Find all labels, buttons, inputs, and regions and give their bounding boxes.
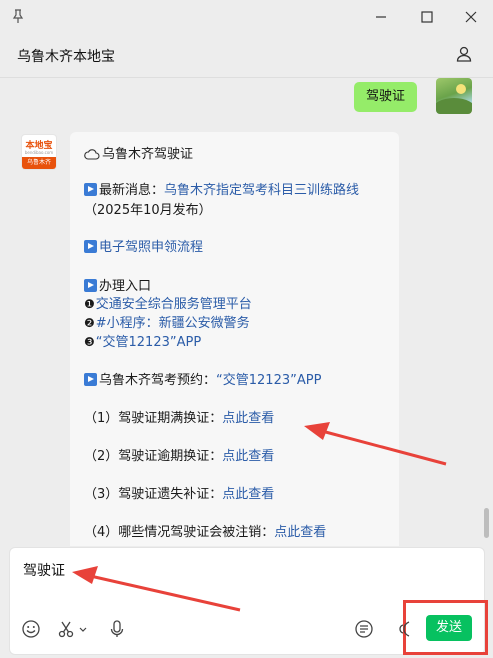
microphone-icon[interactable] xyxy=(107,619,127,639)
booking-link[interactable]: “交管12123”APP xyxy=(216,373,321,388)
entry-item: ❷#小程序：新疆公安微警务 xyxy=(84,312,250,331)
person-icon[interactable] xyxy=(455,45,473,63)
bullet-number: ❸ xyxy=(84,335,95,349)
avatar-hill xyxy=(436,98,472,114)
chevron-down-icon[interactable] xyxy=(77,619,89,639)
message-input-area[interactable]: 驾驶证 发送 xyxy=(9,547,488,655)
service-label: （4）哪些情况驾驶证会被注销： xyxy=(84,525,275,540)
service-link-lost[interactable]: 点此查看 xyxy=(222,487,274,502)
chat-title: 乌鲁木齐本地宝 xyxy=(17,49,115,65)
play-icon xyxy=(84,373,97,386)
ecert-row: 电子驾照申领流程 xyxy=(84,236,203,255)
minimize-icon[interactable] xyxy=(372,8,390,26)
play-icon xyxy=(84,279,97,292)
outgoing-message-bubble[interactable]: 驾驶证 xyxy=(354,82,418,112)
service-link-overdue[interactable]: 点此查看 xyxy=(222,449,274,464)
send-button[interactable]: 发送 xyxy=(426,615,472,641)
service-row: （2）驾驶证逾期换证：点此查看 xyxy=(84,445,274,464)
close-icon[interactable] xyxy=(462,8,480,26)
incoming-message-card[interactable]: 乌鲁木齐驾驶证 最新消息：乌鲁木齐指定驾考科目三训练路线 （2025年10月发布… xyxy=(70,132,399,546)
pin-icon[interactable] xyxy=(10,8,26,24)
window-titlebar xyxy=(0,0,493,34)
play-icon xyxy=(84,183,97,196)
card-title-row: 乌鲁木齐驾驶证 xyxy=(84,143,193,162)
ecert-link[interactable]: 电子驾照申领流程 xyxy=(99,240,203,255)
bullet-number: ❶ xyxy=(84,297,95,311)
news-label: 最新消息： xyxy=(99,183,165,198)
entry-link-platform[interactable]: 交通安全综合服务管理平台 xyxy=(96,297,252,312)
service-row: （3）驾驶证遗失补证：点此查看 xyxy=(84,483,274,502)
avatar-sun xyxy=(456,84,466,94)
emoji-icon[interactable] xyxy=(21,619,41,639)
chat-scrollbar[interactable] xyxy=(484,508,489,538)
service-row: （4）哪些情况驾驶证会被注销：点此查看 xyxy=(84,521,326,540)
entry-link-app[interactable]: “交管12123”APP xyxy=(96,335,201,350)
history-icon[interactable] xyxy=(354,619,374,639)
service-label: （2）驾驶证逾期换证： xyxy=(84,449,223,464)
voice-icon[interactable] xyxy=(397,619,411,639)
service-row: （1）驾驶证期满换证：点此查看 xyxy=(84,407,274,426)
message-input[interactable]: 驾驶证 xyxy=(23,560,65,580)
service-label: （1）驾驶证期满换证： xyxy=(84,411,223,426)
entry-link-miniprogram[interactable]: #小程序：新疆公安微警务 xyxy=(96,316,250,331)
scissors-icon[interactable] xyxy=(56,619,76,639)
message-list[interactable]: 驾驶证 本地宝 bendibao.com 乌鲁木齐 乌鲁木齐驾驶证 最新消息：乌… xyxy=(0,78,493,546)
avatar-city-badge: 乌鲁木齐 xyxy=(22,157,56,169)
service-label: （3）驾驶证遗失补证： xyxy=(84,487,223,502)
maximize-icon[interactable] xyxy=(418,8,436,26)
bullet-number: ❷ xyxy=(84,316,95,330)
entry-item: ❸“交管12123”APP xyxy=(84,331,201,350)
avatar-url-text: bendibao.com xyxy=(24,150,54,155)
play-icon xyxy=(84,240,97,253)
user-avatar[interactable] xyxy=(436,78,472,114)
news-row: 最新消息：乌鲁木齐指定驾考科目三训练路线 xyxy=(84,179,359,198)
news-date: （2025年10月发布） xyxy=(84,203,212,218)
service-link-renew[interactable]: 点此查看 xyxy=(222,411,274,426)
news-link[interactable]: 乌鲁木齐指定驾考科目三训练路线 xyxy=(164,183,359,198)
card-title: 乌鲁木齐驾驶证 xyxy=(102,147,194,162)
booking-label: 乌鲁木齐驾考预约： xyxy=(99,373,217,388)
service-link-cancel[interactable]: 点此查看 xyxy=(274,525,326,540)
booking-row: 乌鲁木齐驾考预约：“交管12123”APP xyxy=(84,369,321,388)
entry-row: 办理入口 xyxy=(84,275,151,294)
cloud-icon xyxy=(84,149,100,160)
chat-header: 乌鲁木齐本地宝 xyxy=(0,38,493,76)
entry-item: ❶交通安全综合服务管理平台 xyxy=(84,293,252,312)
entry-label: 办理入口 xyxy=(99,279,152,294)
bendibao-avatar[interactable]: 本地宝 bendibao.com 乌鲁木齐 xyxy=(21,134,57,170)
